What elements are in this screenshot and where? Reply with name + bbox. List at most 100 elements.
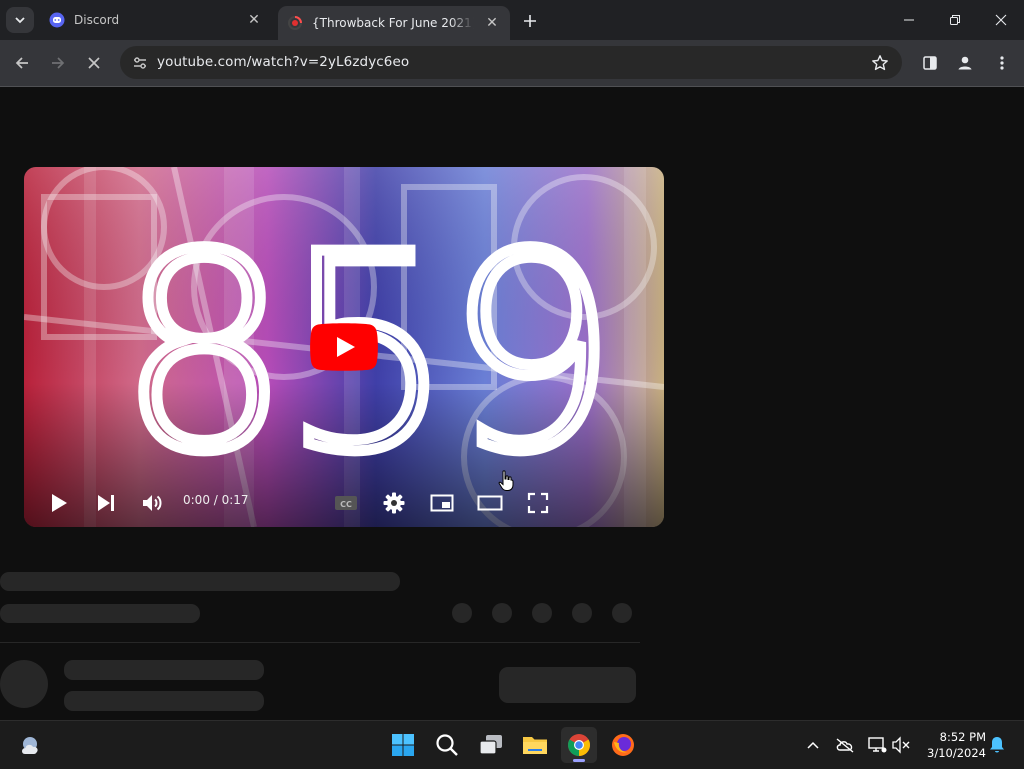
account-icon bbox=[958, 56, 972, 70]
chrome-menu-button[interactable] bbox=[988, 49, 1016, 77]
clock-time: 8:52 PM bbox=[939, 730, 986, 744]
windows-taskbar: 8:52 PM 3/10/2024 bbox=[0, 720, 1024, 769]
task-view-button[interactable] bbox=[473, 727, 509, 763]
chevron-up-icon bbox=[807, 741, 819, 749]
tab-title: Discord bbox=[74, 13, 120, 27]
skeleton-channel-name bbox=[64, 660, 264, 680]
windows-logo-icon bbox=[392, 734, 414, 756]
youtube-play-icon bbox=[310, 323, 378, 371]
show-hidden-icons-button[interactable] bbox=[801, 733, 825, 757]
stop-loading-button[interactable] bbox=[80, 49, 108, 77]
skeleton-subtitle bbox=[0, 604, 200, 623]
star-icon bbox=[872, 55, 888, 71]
skeleton-action bbox=[612, 603, 632, 623]
video-player[interactable]: 859 0:00 / 0:17 CC bbox=[24, 167, 664, 527]
side-panel-icon bbox=[923, 56, 937, 70]
miniplayer-button[interactable] bbox=[429, 490, 455, 516]
network-icon bbox=[868, 737, 887, 753]
player-controls: 0:00 / 0:17 CC bbox=[24, 477, 664, 527]
tab-strip: Discord ✕ {Throwback For June 2021} AMV … bbox=[0, 0, 1024, 40]
minimize-icon bbox=[904, 19, 914, 21]
notifications-button[interactable] bbox=[985, 733, 1009, 757]
tab-title: {Throwback For June 2021} AMV bbox=[312, 16, 474, 30]
onedrive-button[interactable] bbox=[833, 733, 857, 757]
weather-widget[interactable] bbox=[14, 727, 50, 763]
tab-search-button[interactable] bbox=[6, 7, 34, 33]
time-display: 0:00 / 0:17 bbox=[183, 493, 249, 507]
plus-icon bbox=[524, 15, 536, 27]
site-info-button[interactable] bbox=[128, 51, 152, 75]
forward-button[interactable] bbox=[44, 49, 72, 77]
chrome-taskbar-button[interactable] bbox=[561, 727, 597, 763]
back-button[interactable] bbox=[8, 49, 36, 77]
mute-button[interactable] bbox=[140, 490, 166, 516]
minimize-button[interactable] bbox=[886, 0, 932, 40]
profile-button[interactable] bbox=[951, 49, 979, 77]
play-icon bbox=[52, 494, 67, 512]
address-bar[interactable]: youtube.com/watch?v=2yL6zdyc6eo bbox=[120, 46, 902, 79]
closed-captions-icon: CC bbox=[335, 496, 357, 510]
clock-date: 3/10/2024 bbox=[927, 746, 986, 760]
skip-next-icon bbox=[98, 495, 114, 511]
side-panel-button[interactable] bbox=[916, 49, 944, 77]
close-window-button[interactable] bbox=[978, 0, 1024, 40]
firefox-taskbar-button[interactable] bbox=[605, 727, 641, 763]
network-button[interactable] bbox=[865, 733, 889, 757]
settings-button[interactable] bbox=[381, 490, 407, 516]
firefox-icon bbox=[612, 734, 634, 756]
skeleton-title bbox=[0, 572, 400, 591]
url-text: youtube.com/watch?v=2yL6zdyc6eo bbox=[157, 54, 410, 70]
svg-text:CC: CC bbox=[340, 500, 352, 509]
search-icon bbox=[436, 734, 458, 756]
play-button[interactable] bbox=[46, 490, 72, 516]
arrow-left-icon bbox=[15, 57, 28, 69]
big-play-button[interactable] bbox=[310, 323, 378, 371]
fullscreen-icon bbox=[527, 492, 549, 514]
browser-toolbar: youtube.com/watch?v=2yL6zdyc6eo bbox=[0, 40, 1024, 87]
skeleton-subscribe-button bbox=[499, 667, 636, 703]
restore-icon bbox=[950, 15, 960, 25]
task-view-icon bbox=[479, 735, 502, 755]
new-tab-button[interactable] bbox=[518, 9, 542, 33]
miniplayer-icon bbox=[430, 494, 454, 512]
theater-mode-button[interactable] bbox=[477, 490, 503, 516]
tune-icon bbox=[134, 57, 146, 69]
skeleton-action bbox=[572, 603, 592, 623]
system-clock[interactable]: 8:52 PM 3/10/2024 bbox=[918, 729, 986, 761]
bell-icon bbox=[990, 737, 1004, 753]
folder-icon bbox=[523, 737, 547, 754]
volume-icon bbox=[143, 495, 162, 511]
skeleton-action bbox=[532, 603, 552, 623]
fullscreen-button[interactable] bbox=[525, 490, 551, 516]
cloud-off-icon bbox=[836, 738, 854, 753]
close-icon bbox=[995, 14, 1007, 26]
tab-youtube[interactable]: {Throwback For June 2021} AMV ✕ bbox=[278, 6, 510, 40]
restore-button[interactable] bbox=[932, 0, 978, 40]
divider bbox=[0, 642, 640, 643]
next-button[interactable] bbox=[93, 490, 119, 516]
bookmark-button[interactable] bbox=[868, 51, 892, 75]
close-tab-icon[interactable]: ✕ bbox=[244, 10, 264, 30]
skeleton-action bbox=[492, 603, 512, 623]
stop-icon bbox=[88, 57, 100, 69]
volume-muted-icon bbox=[892, 736, 910, 754]
theater-mode-icon bbox=[477, 495, 503, 511]
discord-favicon-icon bbox=[49, 12, 65, 28]
start-button[interactable] bbox=[385, 727, 421, 763]
skeleton-subscriber-count bbox=[64, 691, 264, 711]
close-tab-icon[interactable]: ✕ bbox=[482, 13, 502, 33]
arrow-right-icon bbox=[52, 57, 65, 69]
skeleton-avatar bbox=[0, 660, 48, 708]
chevron-down-icon bbox=[15, 17, 25, 24]
gear-icon bbox=[383, 492, 405, 514]
chrome-icon bbox=[568, 734, 590, 756]
volume-tray-button[interactable] bbox=[890, 733, 914, 757]
loading-spinner-icon bbox=[288, 16, 302, 30]
search-button[interactable] bbox=[429, 727, 465, 763]
skeleton-action bbox=[452, 603, 472, 623]
cloud-moon-icon bbox=[22, 737, 38, 754]
subtitles-button[interactable]: CC bbox=[333, 490, 359, 516]
file-explorer-button[interactable] bbox=[517, 727, 553, 763]
more-vertical-icon bbox=[1000, 56, 1004, 70]
tab-discord[interactable]: Discord ✕ bbox=[40, 0, 272, 40]
